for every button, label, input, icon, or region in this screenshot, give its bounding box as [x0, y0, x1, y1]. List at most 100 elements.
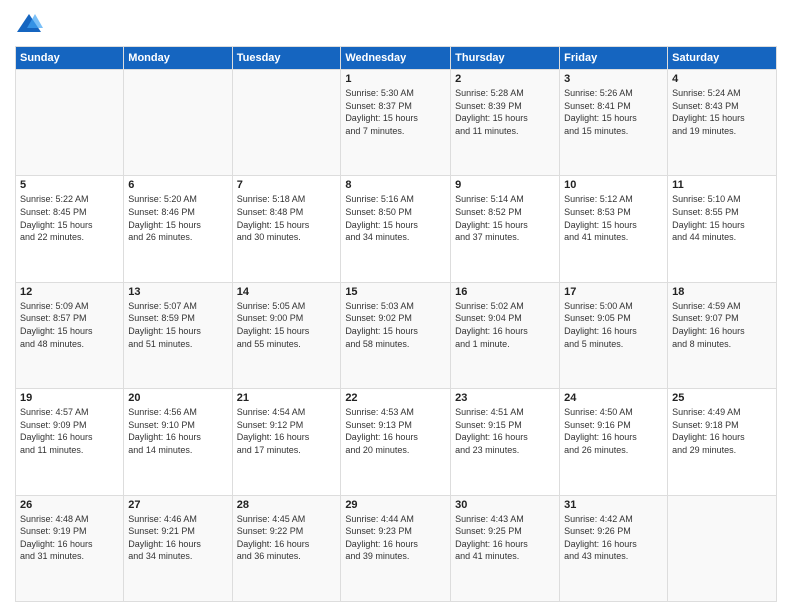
col-header-thursday: Thursday	[451, 47, 560, 70]
day-number: 9	[455, 179, 555, 191]
day-number: 7	[237, 179, 337, 191]
day-info: Sunrise: 5:12 AM Sunset: 8:53 PM Dayligh…	[564, 193, 663, 243]
day-number: 16	[455, 286, 555, 298]
day-number: 17	[564, 286, 663, 298]
day-info: Sunrise: 5:28 AM Sunset: 8:39 PM Dayligh…	[455, 87, 555, 137]
day-cell: 31 Sunrise: 4:42 AM Sunset: 9:26 PM Dayli…	[560, 495, 668, 601]
day-info: Sunrise: 4:42 AM Sunset: 9:26 PM Dayligh…	[564, 513, 663, 563]
day-cell	[16, 70, 124, 176]
week-row-5: 26 Sunrise: 4:48 AM Sunset: 9:19 PM Dayli…	[16, 495, 777, 601]
day-cell: 6Sunrise: 5:20 AM Sunset: 8:46 PM Daylig…	[124, 176, 232, 282]
day-cell: 25 Sunrise: 4:49 AM Sunset: 9:18 PM Dayli…	[668, 389, 777, 495]
day-cell: 27 Sunrise: 4:46 AM Sunset: 9:21 PM Dayli…	[124, 495, 232, 601]
day-cell: 28 Sunrise: 4:45 AM Sunset: 9:22 PM Dayli…	[232, 495, 341, 601]
day-number: 25	[672, 392, 772, 404]
week-row-4: 19Sunrise: 4:57 AM Sunset: 9:09 PM Dayli…	[16, 389, 777, 495]
day-number: 30	[455, 499, 555, 511]
day-cell	[124, 70, 232, 176]
day-cell: 3 Sunrise: 5:26 AM Sunset: 8:41 PM Daylig…	[560, 70, 668, 176]
day-info: Sunrise: 5:09 AM Sunset: 8:57 PM Dayligh…	[20, 300, 119, 350]
day-number: 14	[237, 286, 337, 298]
day-info: Sunrise: 4:54 AM Sunset: 9:12 PM Dayligh…	[237, 406, 337, 456]
day-cell: 14 Sunrise: 5:05 AM Sunset: 9:00 PM Dayli…	[232, 282, 341, 388]
day-info: Sunrise: 4:56 AM Sunset: 9:10 PM Dayligh…	[128, 406, 227, 456]
day-number: 8	[345, 179, 446, 191]
day-info: Sunrise: 5:02 AM Sunset: 9:04 PM Dayligh…	[455, 300, 555, 350]
day-info: Sunrise: 5:24 AM Sunset: 8:43 PM Dayligh…	[672, 87, 772, 137]
calendar-table: SundayMondayTuesdayWednesdayThursdayFrid…	[15, 46, 777, 602]
day-info: Sunrise: 5:00 AM Sunset: 9:05 PM Dayligh…	[564, 300, 663, 350]
logo	[15, 10, 47, 38]
day-cell: 9Sunrise: 5:14 AM Sunset: 8:52 PM Daylig…	[451, 176, 560, 282]
day-number: 18	[672, 286, 772, 298]
day-info: Sunrise: 4:57 AM Sunset: 9:09 PM Dayligh…	[20, 406, 119, 456]
day-cell: 15 Sunrise: 5:03 AM Sunset: 9:02 PM Dayli…	[341, 282, 451, 388]
day-number: 2	[455, 73, 555, 85]
day-cell: 7 Sunrise: 5:18 AM Sunset: 8:48 PM Daylig…	[232, 176, 341, 282]
day-cell: 17 Sunrise: 5:00 AM Sunset: 9:05 PM Dayli…	[560, 282, 668, 388]
day-cell: 29 Sunrise: 4:44 AM Sunset: 9:23 PM Dayli…	[341, 495, 451, 601]
col-header-wednesday: Wednesday	[341, 47, 451, 70]
page: SundayMondayTuesdayWednesdayThursdayFrid…	[0, 0, 792, 612]
header	[15, 10, 777, 38]
day-number: 21	[237, 392, 337, 404]
day-cell: 16 Sunrise: 5:02 AM Sunset: 9:04 PM Dayli…	[451, 282, 560, 388]
day-cell: 21 Sunrise: 4:54 AM Sunset: 9:12 PM Dayli…	[232, 389, 341, 495]
day-number: 13	[128, 286, 227, 298]
day-cell: 19Sunrise: 4:57 AM Sunset: 9:09 PM Dayli…	[16, 389, 124, 495]
day-number: 27	[128, 499, 227, 511]
day-cell: 18 Sunrise: 4:59 AM Sunset: 9:07 PM Dayli…	[668, 282, 777, 388]
day-number: 24	[564, 392, 663, 404]
day-number: 26	[20, 499, 119, 511]
day-number: 23	[455, 392, 555, 404]
day-cell: 2 Sunrise: 5:28 AM Sunset: 8:39 PM Daylig…	[451, 70, 560, 176]
col-header-tuesday: Tuesday	[232, 47, 341, 70]
day-info: Sunrise: 4:48 AM Sunset: 9:19 PM Dayligh…	[20, 513, 119, 563]
day-info: Sunrise: 5:30 AM Sunset: 8:37 PM Dayligh…	[345, 87, 446, 137]
day-info: Sunrise: 4:53 AM Sunset: 9:13 PM Dayligh…	[345, 406, 446, 456]
day-number: 6	[128, 179, 227, 191]
day-number: 31	[564, 499, 663, 511]
day-cell: 5Sunrise: 5:22 AM Sunset: 8:45 PM Daylig…	[16, 176, 124, 282]
day-number: 3	[564, 73, 663, 85]
day-cell: 12 Sunrise: 5:09 AM Sunset: 8:57 PM Dayli…	[16, 282, 124, 388]
day-info: Sunrise: 4:59 AM Sunset: 9:07 PM Dayligh…	[672, 300, 772, 350]
day-cell: 20 Sunrise: 4:56 AM Sunset: 9:10 PM Dayli…	[124, 389, 232, 495]
day-info: Sunrise: 5:26 AM Sunset: 8:41 PM Dayligh…	[564, 87, 663, 137]
day-cell: 11Sunrise: 5:10 AM Sunset: 8:55 PM Dayli…	[668, 176, 777, 282]
day-info: Sunrise: 5:07 AM Sunset: 8:59 PM Dayligh…	[128, 300, 227, 350]
day-info: Sunrise: 5:22 AM Sunset: 8:45 PM Dayligh…	[20, 193, 119, 243]
day-number: 4	[672, 73, 772, 85]
col-header-saturday: Saturday	[668, 47, 777, 70]
col-header-friday: Friday	[560, 47, 668, 70]
day-info: Sunrise: 4:51 AM Sunset: 9:15 PM Dayligh…	[455, 406, 555, 456]
day-number: 11	[672, 179, 772, 191]
day-info: Sunrise: 4:49 AM Sunset: 9:18 PM Dayligh…	[672, 406, 772, 456]
day-number: 22	[345, 392, 446, 404]
day-info: Sunrise: 4:45 AM Sunset: 9:22 PM Dayligh…	[237, 513, 337, 563]
day-number: 12	[20, 286, 119, 298]
day-number: 29	[345, 499, 446, 511]
day-info: Sunrise: 5:05 AM Sunset: 9:00 PM Dayligh…	[237, 300, 337, 350]
day-cell: 26 Sunrise: 4:48 AM Sunset: 9:19 PM Dayli…	[16, 495, 124, 601]
day-number: 28	[237, 499, 337, 511]
week-row-3: 12 Sunrise: 5:09 AM Sunset: 8:57 PM Dayli…	[16, 282, 777, 388]
day-cell: 30Sunrise: 4:43 AM Sunset: 9:25 PM Dayli…	[451, 495, 560, 601]
day-number: 15	[345, 286, 446, 298]
day-cell: 1Sunrise: 5:30 AM Sunset: 8:37 PM Daylig…	[341, 70, 451, 176]
day-number: 20	[128, 392, 227, 404]
day-cell: 10Sunrise: 5:12 AM Sunset: 8:53 PM Dayli…	[560, 176, 668, 282]
day-cell: 24 Sunrise: 4:50 AM Sunset: 9:16 PM Dayli…	[560, 389, 668, 495]
day-info: Sunrise: 4:50 AM Sunset: 9:16 PM Dayligh…	[564, 406, 663, 456]
header-row: SundayMondayTuesdayWednesdayThursdayFrid…	[16, 47, 777, 70]
day-info: Sunrise: 4:46 AM Sunset: 9:21 PM Dayligh…	[128, 513, 227, 563]
day-info: Sunrise: 5:18 AM Sunset: 8:48 PM Dayligh…	[237, 193, 337, 243]
day-info: Sunrise: 4:44 AM Sunset: 9:23 PM Dayligh…	[345, 513, 446, 563]
day-cell: 4 Sunrise: 5:24 AM Sunset: 8:43 PM Daylig…	[668, 70, 777, 176]
week-row-2: 5Sunrise: 5:22 AM Sunset: 8:45 PM Daylig…	[16, 176, 777, 282]
day-cell: 23 Sunrise: 4:51 AM Sunset: 9:15 PM Dayli…	[451, 389, 560, 495]
day-cell: 8Sunrise: 5:16 AM Sunset: 8:50 PM Daylig…	[341, 176, 451, 282]
col-header-sunday: Sunday	[16, 47, 124, 70]
day-info: Sunrise: 5:03 AM Sunset: 9:02 PM Dayligh…	[345, 300, 446, 350]
day-cell: 13 Sunrise: 5:07 AM Sunset: 8:59 PM Dayli…	[124, 282, 232, 388]
